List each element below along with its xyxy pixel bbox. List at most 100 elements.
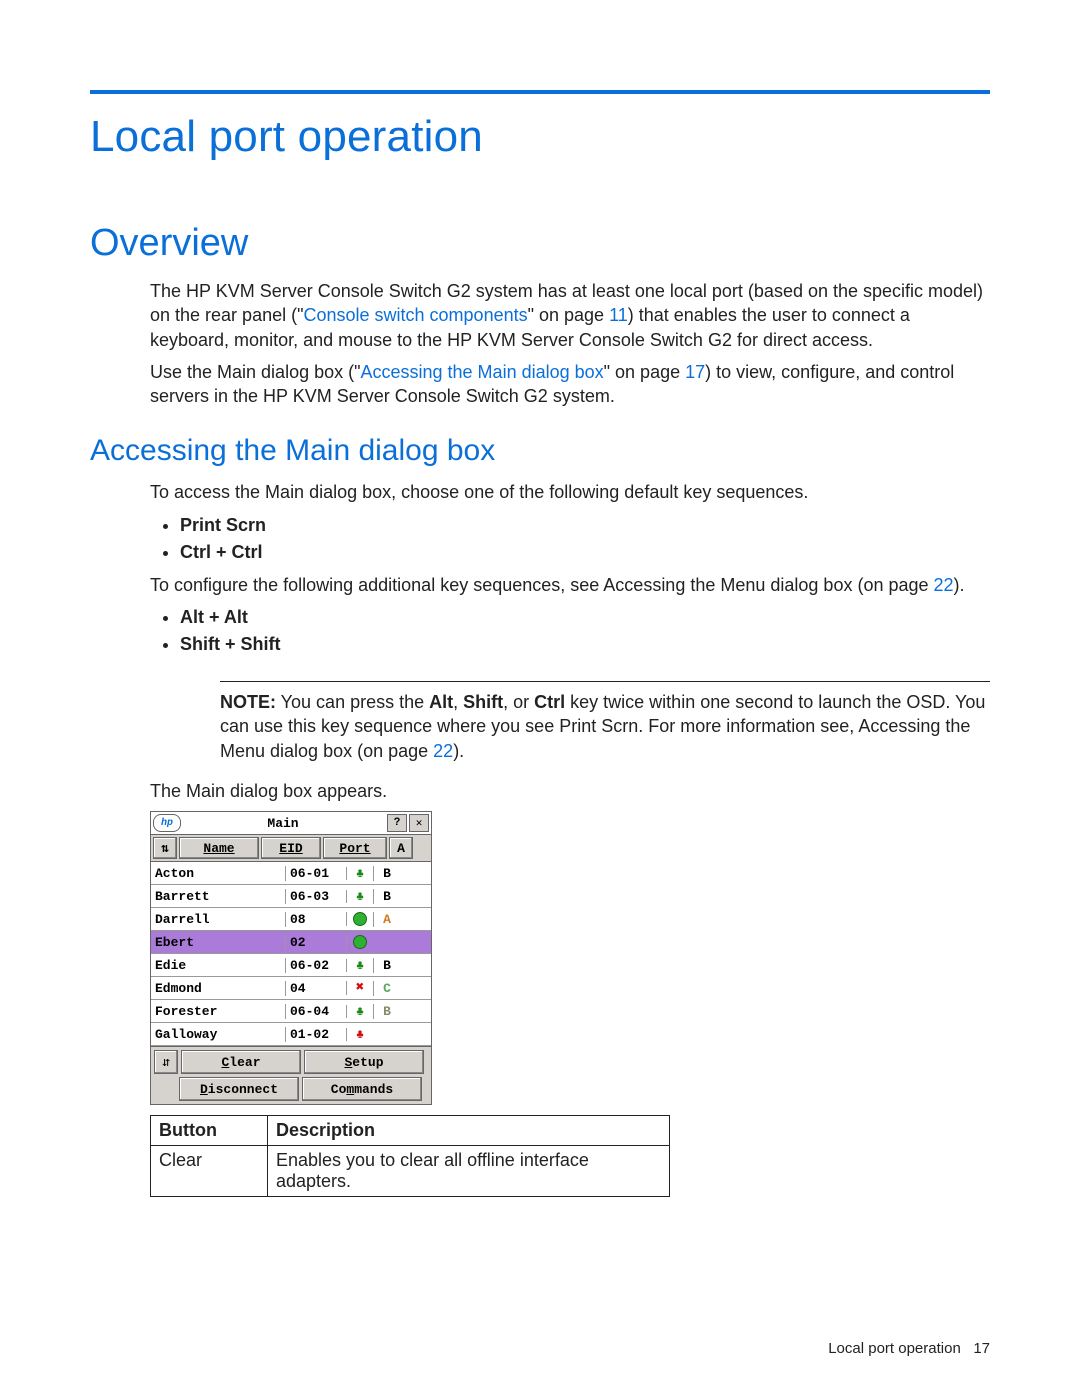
server-port: 08 xyxy=(285,912,346,927)
status-icon: ♣ xyxy=(346,867,373,880)
column-header-port[interactable]: Port xyxy=(323,837,387,859)
xref-console-switch-components[interactable]: Console switch components xyxy=(303,305,527,325)
server-port: 06-03 xyxy=(285,889,346,904)
server-flag: A xyxy=(373,912,400,927)
status-icon xyxy=(346,935,373,949)
footer-page-number: 17 xyxy=(973,1340,990,1357)
status-icon: ♣ xyxy=(346,1005,373,1018)
th-description: Description xyxy=(268,1116,670,1146)
text: Use the Main dialog box (" xyxy=(150,362,361,382)
sort-desc-button[interactable]: ⇵ xyxy=(154,1050,178,1074)
server-name: Galloway xyxy=(151,1027,285,1042)
text: , xyxy=(453,692,463,712)
paragraph: The HP KVM Server Console Switch G2 syst… xyxy=(150,279,990,352)
key-shift: Shift xyxy=(463,692,503,712)
key-alt: Alt xyxy=(429,692,453,712)
td-button: Clear xyxy=(151,1146,268,1197)
text: , or xyxy=(503,692,534,712)
server-port: 06-02 xyxy=(285,958,346,973)
text: " on page xyxy=(604,362,685,382)
section-title: Overview xyxy=(90,222,990,265)
list-item: Shift + Shift xyxy=(180,634,990,655)
table-row: Clear Enables you to clear all offline i… xyxy=(151,1146,670,1197)
server-port: 04 xyxy=(285,981,346,996)
key-ctrl: Ctrl xyxy=(534,692,565,712)
table-header-row: Button Description xyxy=(151,1116,670,1146)
top-rule xyxy=(90,90,990,94)
status-icon: ✖ xyxy=(346,981,373,995)
overview-body: The HP KVM Server Console Switch G2 syst… xyxy=(150,279,990,408)
paragraph: To access the Main dialog box, choose on… xyxy=(150,480,990,504)
close-button[interactable]: ✕ xyxy=(409,814,429,832)
server-row[interactable]: Forester06-04♣B xyxy=(151,1000,431,1023)
server-name: Forester xyxy=(151,1004,285,1019)
sort-asc-button[interactable]: ⇅ xyxy=(153,837,177,859)
server-flag: B xyxy=(373,958,400,973)
xref-accessing-main-dialog[interactable]: Accessing the Main dialog box xyxy=(361,362,604,382)
server-port: 06-04 xyxy=(285,1004,346,1019)
key-sequence-list-2: Alt + Alt Shift + Shift xyxy=(150,607,990,655)
status-icon: ♣ xyxy=(346,959,373,972)
page-ref-22[interactable]: 22 xyxy=(934,575,954,595)
dialog-header-row: ⇅ Name EID Port A xyxy=(151,835,431,862)
key-sequence-list-1: Print Scrn Ctrl + Ctrl xyxy=(150,515,990,563)
chapter-title: Local port operation xyxy=(90,112,990,162)
commands-button[interactable]: Commands xyxy=(302,1077,422,1101)
dialog-rows: Acton06-01♣BBarrett06-03♣BDarrell08AEber… xyxy=(151,862,431,1046)
help-button[interactable]: ? xyxy=(387,814,407,832)
status-icon xyxy=(346,912,373,926)
server-row[interactable]: Galloway01-02♣ xyxy=(151,1023,431,1046)
note-rule xyxy=(220,681,990,682)
text: To configure the following additional ke… xyxy=(150,575,934,595)
server-row[interactable]: Darrell08 A xyxy=(151,908,431,931)
clear-button[interactable]: Clear xyxy=(181,1050,301,1074)
server-name: Edie xyxy=(151,958,285,973)
server-name: Acton xyxy=(151,866,285,881)
page-ref-17[interactable]: 17 xyxy=(685,362,705,382)
server-name: Barrett xyxy=(151,889,285,904)
status-icon: ♣ xyxy=(346,1028,373,1041)
server-port: 02 xyxy=(285,935,346,950)
dialog-titlebar: hp Main ? ✕ xyxy=(151,812,431,835)
disconnect-button[interactable]: Disconnect xyxy=(179,1077,299,1101)
setup-button[interactable]: Setup xyxy=(304,1050,424,1074)
column-header-eid[interactable]: EID xyxy=(261,837,321,859)
text: You can press the xyxy=(276,692,429,712)
status-icon: ♣ xyxy=(346,890,373,903)
subsection-body: To access the Main dialog box, choose on… xyxy=(150,480,990,1197)
server-flag: B xyxy=(373,866,400,881)
main-dialog: hp Main ? ✕ ⇅ Name EID Port A Acton06-01… xyxy=(150,811,432,1105)
server-row[interactable]: Acton06-01♣B xyxy=(151,862,431,885)
column-header-a[interactable]: A xyxy=(389,837,413,859)
button-description-table: Button Description Clear Enables you to … xyxy=(150,1115,670,1197)
server-row[interactable]: Edmond04✖C xyxy=(151,977,431,1000)
page-ref-22b[interactable]: 22 xyxy=(433,741,453,761)
hp-logo-icon: hp xyxy=(153,814,181,832)
server-row[interactable]: Edie06-02♣B xyxy=(151,954,431,977)
text: ). xyxy=(453,741,464,761)
footer-text: Local port operation xyxy=(828,1340,961,1357)
server-row[interactable]: Barrett06-03♣B xyxy=(151,885,431,908)
paragraph: Use the Main dialog box ("Accessing the … xyxy=(150,360,990,409)
page-ref-11[interactable]: 11 xyxy=(609,305,628,325)
list-item: Print Scrn xyxy=(180,515,990,536)
server-port: 06-01 xyxy=(285,866,346,881)
server-port: 01-02 xyxy=(285,1027,346,1042)
list-item: Ctrl + Ctrl xyxy=(180,542,990,563)
subsection-title: Accessing the Main dialog box xyxy=(90,434,990,468)
page: Local port operation Overview The HP KVM… xyxy=(0,0,1080,1397)
server-row[interactable]: Ebert02 xyxy=(151,931,431,954)
server-flag: C xyxy=(373,981,400,996)
th-button: Button xyxy=(151,1116,268,1146)
dialog-footer: ⇵ Clear Setup Disconnect Commands xyxy=(151,1046,431,1104)
column-header-name[interactable]: Name xyxy=(179,837,259,859)
paragraph: The Main dialog box appears. xyxy=(150,779,990,803)
server-flag: B xyxy=(373,889,400,904)
page-footer: Local port operation 17 xyxy=(828,1340,990,1357)
paragraph: To configure the following additional ke… xyxy=(150,573,990,597)
text: " on page xyxy=(528,305,609,325)
server-name: Darrell xyxy=(151,912,285,927)
list-item: Alt + Alt xyxy=(180,607,990,628)
dialog-title: Main xyxy=(181,816,385,831)
server-name: Ebert xyxy=(151,935,285,950)
